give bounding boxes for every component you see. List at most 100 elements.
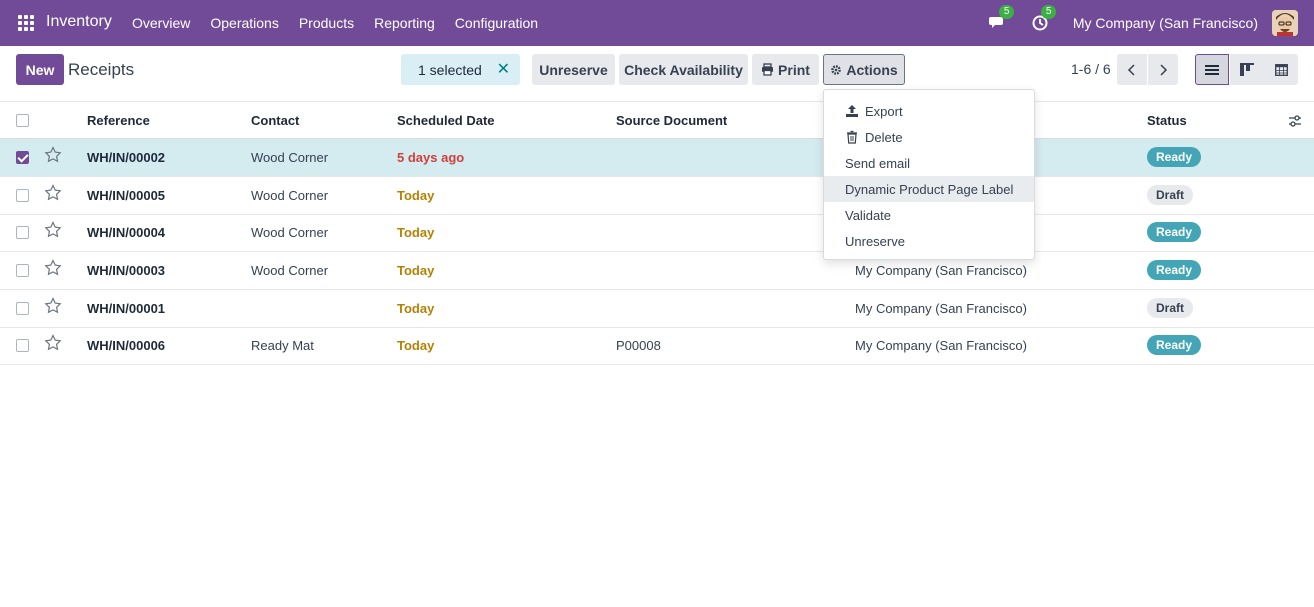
row-company: My Company (San Francisco)	[855, 301, 1027, 316]
messages-badge: 5	[998, 5, 1015, 19]
column-contact[interactable]: Contact	[251, 113, 299, 128]
star-icon[interactable]	[44, 334, 62, 352]
action-validate[interactable]: Validate	[824, 202, 1034, 228]
check-availability-button[interactable]: Check Availability	[619, 54, 748, 85]
list-view-button[interactable]	[1195, 54, 1229, 85]
row-scheduled-date: Today	[397, 338, 435, 353]
user-avatar[interactable]	[1272, 10, 1298, 36]
column-scheduled-date[interactable]: Scheduled Date	[397, 113, 495, 128]
print-label: Print	[778, 61, 810, 78]
row-checkbox[interactable]	[16, 302, 29, 315]
chevron-left-icon	[1127, 63, 1135, 76]
menu-products[interactable]: Products	[299, 15, 354, 31]
status-badge: Ready	[1147, 335, 1202, 355]
row-scheduled-date: Today	[397, 225, 435, 240]
kanban-view-button[interactable]	[1230, 54, 1264, 85]
row-contact: Wood Corner	[251, 188, 329, 203]
calendar-view-button[interactable]	[1264, 54, 1298, 85]
action-delete[interactable]: Delete	[824, 124, 1034, 150]
row-reference: WH/IN/00006	[87, 338, 166, 353]
status-badge: Draft	[1147, 298, 1194, 318]
status-badge: Ready	[1147, 260, 1202, 280]
upload-icon	[846, 105, 858, 117]
star-icon[interactable]	[44, 297, 62, 315]
select-all-checkbox[interactable]	[16, 114, 29, 127]
print-icon	[762, 63, 774, 76]
action-export-label: Export	[865, 103, 903, 119]
company-switcher[interactable]: My Company (San Francisco)	[1073, 15, 1258, 31]
status-badge: Ready	[1147, 222, 1202, 242]
table-row[interactable]: WH/IN/00003 Wood Corner Today My Company…	[0, 252, 1314, 290]
list-icon	[1205, 64, 1219, 75]
row-company: My Company (San Francisco)	[855, 263, 1027, 278]
row-reference: WH/IN/00004	[87, 225, 166, 240]
row-contact: Wood Corner	[251, 150, 329, 165]
row-scheduled-date: Today	[397, 301, 435, 316]
star-icon[interactable]	[44, 221, 62, 239]
menu-configuration[interactable]: Configuration	[455, 15, 538, 31]
row-reference: WH/IN/00001	[87, 301, 166, 316]
activities-badge: 5	[1040, 5, 1057, 19]
row-source-document: P00008	[616, 338, 661, 353]
action-delete-label: Delete	[865, 129, 903, 145]
table-row[interactable]: WH/IN/00004 Wood Corner Today Ready	[0, 214, 1314, 252]
row-reference: WH/IN/00002	[87, 150, 166, 165]
print-button[interactable]: Print	[752, 54, 819, 85]
action-export[interactable]: Export	[824, 98, 1034, 124]
pager-value[interactable]: 1-6 / 6	[1071, 61, 1111, 77]
menu-operations[interactable]: Operations	[210, 15, 278, 31]
page-title[interactable]: Receipts	[68, 60, 134, 80]
row-reference: WH/IN/00005	[87, 188, 166, 203]
gear-icon	[831, 64, 842, 75]
menu-overview[interactable]: Overview	[132, 15, 190, 31]
actions-label: Actions	[846, 61, 898, 78]
row-reference: WH/IN/00003	[87, 263, 166, 278]
column-settings-icon[interactable]	[1288, 114, 1302, 131]
activity-clock-icon[interactable]: 5	[1031, 5, 1057, 33]
menu-reporting[interactable]: Reporting	[374, 15, 435, 31]
column-status[interactable]: Status	[1147, 113, 1187, 128]
selection-counter: 1 selected ✕	[401, 54, 520, 85]
pager-previous-button[interactable]	[1117, 54, 1147, 85]
table-row[interactable]: WH/IN/00002 Wood Corner 5 days ago Ready	[0, 139, 1314, 177]
messages-icon[interactable]: 5	[988, 5, 1015, 33]
action-unreserve[interactable]: Unreserve	[824, 228, 1034, 254]
actions-button[interactable]: Actions	[823, 54, 905, 85]
actions-dropdown-menu: Export Delete Send email Dynamic Product…	[823, 89, 1035, 260]
action-dynamic-product-page-label[interactable]: Dynamic Product Page Label	[824, 176, 1034, 202]
row-contact: Ready Mat	[251, 338, 314, 353]
app-name[interactable]: Inventory	[46, 13, 112, 31]
column-source-document[interactable]: Source Document	[616, 113, 727, 128]
table-row[interactable]: WH/IN/00005 Wood Corner Today Draft	[0, 177, 1314, 215]
kanban-icon	[1240, 63, 1254, 76]
star-icon[interactable]	[44, 146, 62, 164]
row-scheduled-date: Today	[397, 263, 435, 278]
row-company: My Company (San Francisco)	[855, 338, 1027, 353]
calendar-icon	[1274, 64, 1288, 76]
table-row[interactable]: WH/IN/00006 Ready Mat Today P00008 My Co…	[0, 327, 1314, 365]
row-checkbox[interactable]	[16, 264, 29, 277]
row-checkbox[interactable]	[16, 226, 29, 239]
row-checkbox[interactable]	[16, 151, 29, 164]
clear-selection-icon[interactable]: ✕	[497, 59, 510, 79]
action-send-email[interactable]: Send email	[824, 150, 1034, 176]
pager-next-button[interactable]	[1148, 54, 1178, 85]
star-icon[interactable]	[44, 184, 62, 202]
apps-menu-icon[interactable]	[18, 15, 34, 31]
chevron-right-icon	[1160, 63, 1168, 76]
table-row[interactable]: WH/IN/00001 Today My Company (San Franci…	[0, 290, 1314, 328]
top-navbar: Inventory Overview Operations Products R…	[0, 0, 1314, 46]
row-scheduled-date: 5 days ago	[397, 150, 465, 165]
row-checkbox[interactable]	[16, 339, 29, 352]
row-checkbox[interactable]	[16, 189, 29, 202]
row-contact: Wood Corner	[251, 225, 329, 240]
unreserve-button[interactable]: Unreserve	[532, 54, 615, 85]
column-reference[interactable]: Reference	[87, 113, 150, 128]
row-scheduled-date: Today	[397, 188, 435, 203]
new-button[interactable]: New	[16, 54, 64, 85]
status-badge: Ready	[1147, 147, 1202, 167]
star-icon[interactable]	[44, 259, 62, 277]
trash-icon	[847, 130, 857, 144]
row-contact: Wood Corner	[251, 263, 329, 278]
status-badge: Draft	[1147, 185, 1194, 205]
